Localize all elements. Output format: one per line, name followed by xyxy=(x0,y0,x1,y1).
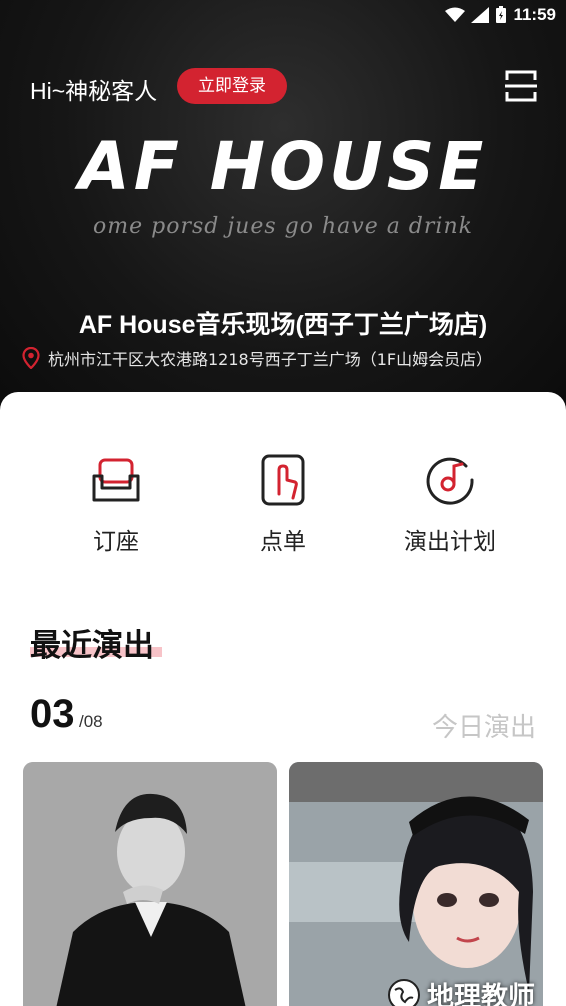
music-note-icon xyxy=(426,457,474,505)
store-address[interactable]: 杭州市江干区大农港路1218号西子丁兰广场（1F山姆会员店） xyxy=(22,346,492,370)
content-card: 订座 点单 演出计划 最近演出 03 /08 今日演出 地理教师 xyxy=(0,392,566,1006)
status-bar: 11:59 xyxy=(0,0,566,30)
quick-label: 点单 xyxy=(260,528,306,554)
tap-hand-icon xyxy=(261,454,305,506)
reserve-seat-button[interactable]: 订座 xyxy=(26,452,206,556)
signal-icon xyxy=(471,7,490,23)
performance-poster[interactable] xyxy=(23,762,277,1006)
watermark: 地理教师 xyxy=(387,975,535,1006)
date-day: 03 xyxy=(30,692,75,736)
show-schedule-button[interactable]: 演出计划 xyxy=(360,452,540,556)
date-month: /08 xyxy=(79,712,103,731)
performance-poster[interactable]: 地理教师 xyxy=(289,762,543,1006)
brand-logo: AF HOUSE xyxy=(78,128,488,205)
greeting-text: Hi~神秘客人 xyxy=(30,78,158,104)
wifi-icon xyxy=(445,7,466,22)
globe-icon xyxy=(388,978,420,1006)
section-title: 最近演出 xyxy=(30,628,154,663)
brand-tagline: ome porsd jues go have a drink xyxy=(93,214,473,239)
quick-label: 演出计划 xyxy=(404,528,496,554)
location-pin-icon xyxy=(22,347,40,369)
login-button[interactable]: 立即登录 xyxy=(177,68,287,104)
status-time: 11:59 xyxy=(513,5,556,24)
performer-photo xyxy=(289,762,543,1006)
battery-icon xyxy=(496,6,507,23)
scan-icon[interactable] xyxy=(503,68,539,104)
watermark-text: 地理教师 xyxy=(427,982,535,1006)
quick-label: 订座 xyxy=(93,528,139,554)
order-button[interactable]: 点单 xyxy=(193,452,373,556)
address-text: 杭州市江干区大农港路1218号西子丁兰广场（1F山姆会员店） xyxy=(48,350,493,369)
performer-photo xyxy=(23,762,277,1006)
today-shows-label[interactable]: 今日演出 xyxy=(432,707,536,744)
store-name: AF House音乐现场(西子丁兰广场店) xyxy=(78,311,488,339)
sofa-icon xyxy=(92,458,140,502)
hero-banner: 11:59 Hi~神秘客人 立即登录 AF HOUSE ome porsd ju… xyxy=(0,0,566,420)
